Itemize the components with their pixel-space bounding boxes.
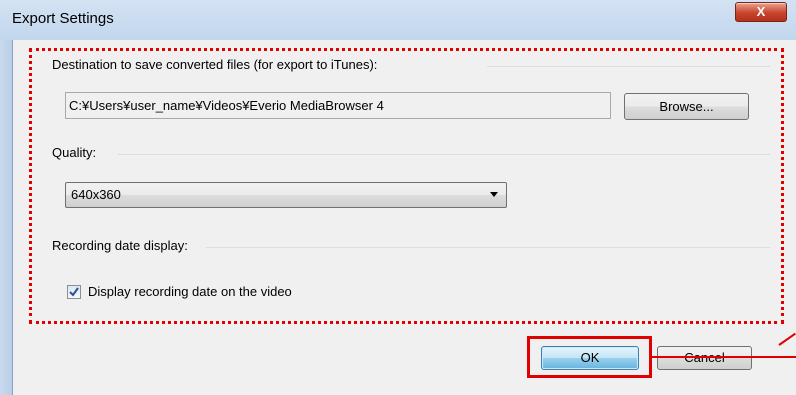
title-bar: Export Settings X (0, 0, 796, 40)
cancel-button[interactable]: Cancel (657, 346, 752, 370)
dialog-title: Export Settings (12, 10, 114, 27)
ok-highlight-box (527, 336, 652, 378)
callout-line (650, 356, 796, 358)
export-settings-dialog: Export Settings X Destination to save co… (0, 0, 796, 395)
settings-highlight-box (29, 48, 784, 324)
close-icon: X (756, 4, 766, 19)
close-button[interactable]: X (735, 2, 787, 22)
